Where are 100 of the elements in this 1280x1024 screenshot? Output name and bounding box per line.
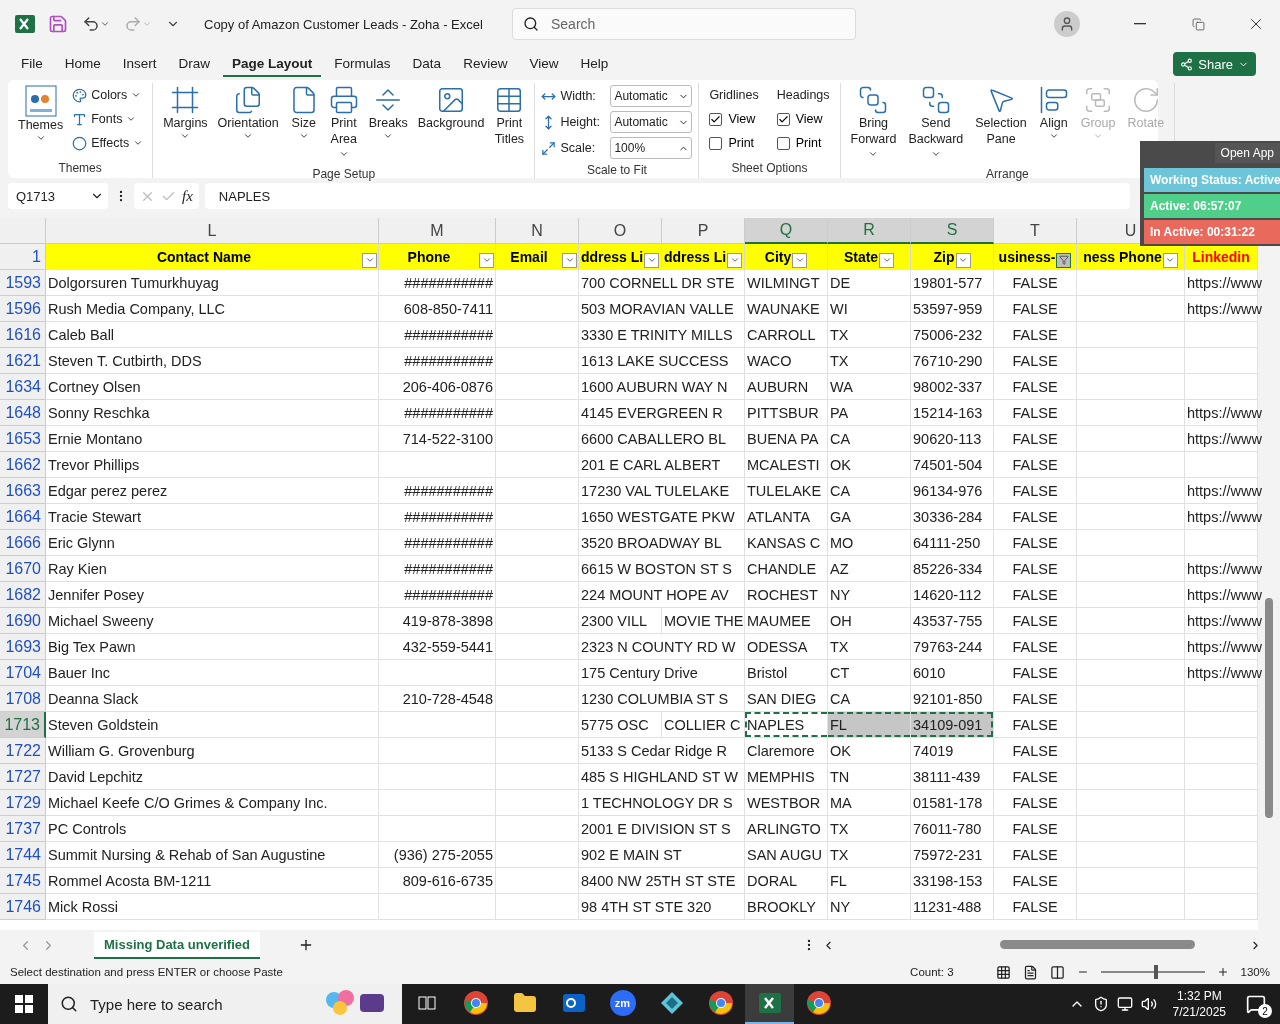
checkbox-box[interactable] (776, 136, 790, 150)
normal-view-icon[interactable] (995, 964, 1011, 980)
theme-option-button[interactable]: Effects (69, 131, 147, 155)
ribbon-button[interactable]: Print Area (324, 83, 363, 165)
menu-tab[interactable]: Formulas (325, 51, 400, 77)
column-header[interactable]: M (379, 218, 496, 244)
column-header[interactable]: P (662, 218, 745, 244)
dropdown-field[interactable]: Automatic (610, 111, 693, 133)
row-number[interactable]: 1729 (0, 790, 46, 816)
column-header[interactable]: L (46, 218, 379, 244)
menu-tab[interactable]: Page Layout (223, 51, 322, 77)
row-number[interactable]: 1744 (0, 842, 46, 868)
row-number[interactable]: 1662 (0, 452, 46, 478)
speaker-icon[interactable] (1140, 996, 1157, 1012)
filter-button[interactable] (362, 252, 377, 268)
row-number[interactable]: 1746 (0, 894, 46, 920)
checkbox[interactable]: View (772, 107, 834, 131)
shield-icon[interactable] (1092, 996, 1109, 1012)
column-header[interactable]: Q (745, 218, 828, 244)
search-input[interactable]: Type here to search (88, 994, 310, 1014)
column-header[interactable]: O (579, 218, 662, 244)
taskbar-app[interactable] (745, 984, 794, 1024)
row-number[interactable]: 1693 (0, 634, 46, 660)
row-number[interactable]: 1708 (0, 686, 46, 712)
zoom-thumb[interactable] (1153, 965, 1158, 979)
clock[interactable]: 1:32 PM 7/21/2025 (1164, 988, 1234, 1020)
row-number[interactable]: 1682 (0, 582, 46, 608)
filter-button[interactable] (644, 252, 660, 268)
checkbox[interactable]: Print (705, 131, 763, 155)
checkbox-box[interactable] (709, 136, 723, 150)
ribbon-button[interactable]: Background (413, 83, 489, 133)
taskbar-search-field[interactable]: Type here to search (48, 984, 402, 1024)
share-button[interactable]: Share (1173, 52, 1256, 76)
filter-button[interactable] (792, 252, 808, 268)
zoom-level[interactable]: 130% (1240, 966, 1270, 978)
row-number[interactable]: 1634 (0, 374, 46, 400)
column-header[interactable]: N (496, 218, 579, 244)
filter-button[interactable] (1162, 252, 1178, 268)
search-field[interactable]: Search (512, 8, 856, 40)
checkbox-box[interactable] (776, 112, 790, 126)
row-number[interactable]: 1593 (0, 270, 46, 296)
column-header[interactable]: T (994, 218, 1077, 244)
row-number[interactable]: 1737 (0, 816, 46, 842)
network-icon[interactable] (1116, 996, 1133, 1012)
row-number[interactable]: 1745 (0, 868, 46, 894)
menu-tab[interactable]: Home (55, 51, 110, 77)
column-header[interactable]: R (828, 218, 911, 244)
menu-tab[interactable]: Insert (113, 51, 166, 77)
row-number[interactable]: 1648 (0, 400, 46, 426)
filter-button[interactable] (955, 252, 971, 268)
column-header[interactable]: S (911, 218, 994, 244)
checkbox[interactable]: Print (772, 131, 834, 155)
search-input[interactable]: Search (549, 15, 829, 33)
menu-tab[interactable]: File (12, 51, 52, 77)
name-box[interactable]: Q1713 (8, 183, 108, 209)
open-app-button[interactable]: Open App (1214, 143, 1280, 163)
ribbon-button[interactable]: Orientation (213, 83, 283, 143)
checkbox[interactable]: View (705, 107, 763, 131)
checkbox-box[interactable] (709, 112, 723, 126)
sheet-tab[interactable]: Missing Data unverified (94, 931, 260, 959)
ribbon-button[interactable]: Send Backward (904, 83, 968, 165)
dropdown-field[interactable]: 100% (610, 137, 693, 159)
page-break-view-icon[interactable] (1049, 964, 1065, 980)
function-label[interactable]: fx (182, 187, 193, 205)
menu-tab[interactable]: Review (454, 51, 517, 77)
row-number[interactable]: 1713 (0, 712, 46, 738)
taskbar-app[interactable]: zm (598, 984, 647, 1024)
menu-tab[interactable]: Help (571, 51, 618, 77)
ribbon-button[interactable]: Margins (159, 83, 212, 143)
row-number[interactable]: 1616 (0, 322, 46, 348)
formula-field[interactable]: NAPLES (204, 183, 1130, 209)
filter-button[interactable] (1056, 252, 1072, 268)
account-avatar[interactable] (1054, 11, 1080, 37)
row-number[interactable]: 1621 (0, 348, 46, 374)
filter-button[interactable] (479, 252, 494, 268)
row-number[interactable]: 1666 (0, 530, 46, 556)
ribbon-button[interactable]: Bring Forward (846, 83, 901, 165)
menu-tab[interactable]: Draw (169, 51, 220, 77)
scrollbar-thumb[interactable] (1000, 940, 1195, 949)
row-number[interactable]: 1704 (0, 660, 46, 686)
row-number[interactable]: 1663 (0, 478, 46, 504)
page-layout-view-icon[interactable] (1022, 964, 1038, 980)
menu-tab[interactable]: View (520, 51, 568, 77)
themes-button[interactable]: Themes (14, 83, 68, 145)
row-number[interactable]: 1727 (0, 764, 46, 790)
row-number[interactable]: 1653 (0, 426, 46, 452)
notifications-button[interactable]: 2 (1242, 992, 1270, 1016)
row-number[interactable]: 1664 (0, 504, 46, 530)
filter-button[interactable] (727, 252, 743, 268)
theme-option-button[interactable]: Fonts (69, 107, 147, 131)
row-number[interactable]: 1690 (0, 608, 46, 634)
row-number[interactable]: 1670 (0, 556, 46, 582)
row-number[interactable]: 1722 (0, 738, 46, 764)
ribbon-button[interactable]: Size (284, 83, 323, 143)
menu-tab[interactable]: Data (403, 51, 451, 77)
ribbon-button[interactable]: Print Titles (490, 83, 529, 149)
ribbon-button[interactable]: Selection Pane (971, 83, 1031, 149)
ribbon-button[interactable]: Align (1034, 83, 1073, 143)
filter-button[interactable] (562, 252, 577, 268)
ribbon-button[interactable]: Breaks (364, 83, 412, 143)
